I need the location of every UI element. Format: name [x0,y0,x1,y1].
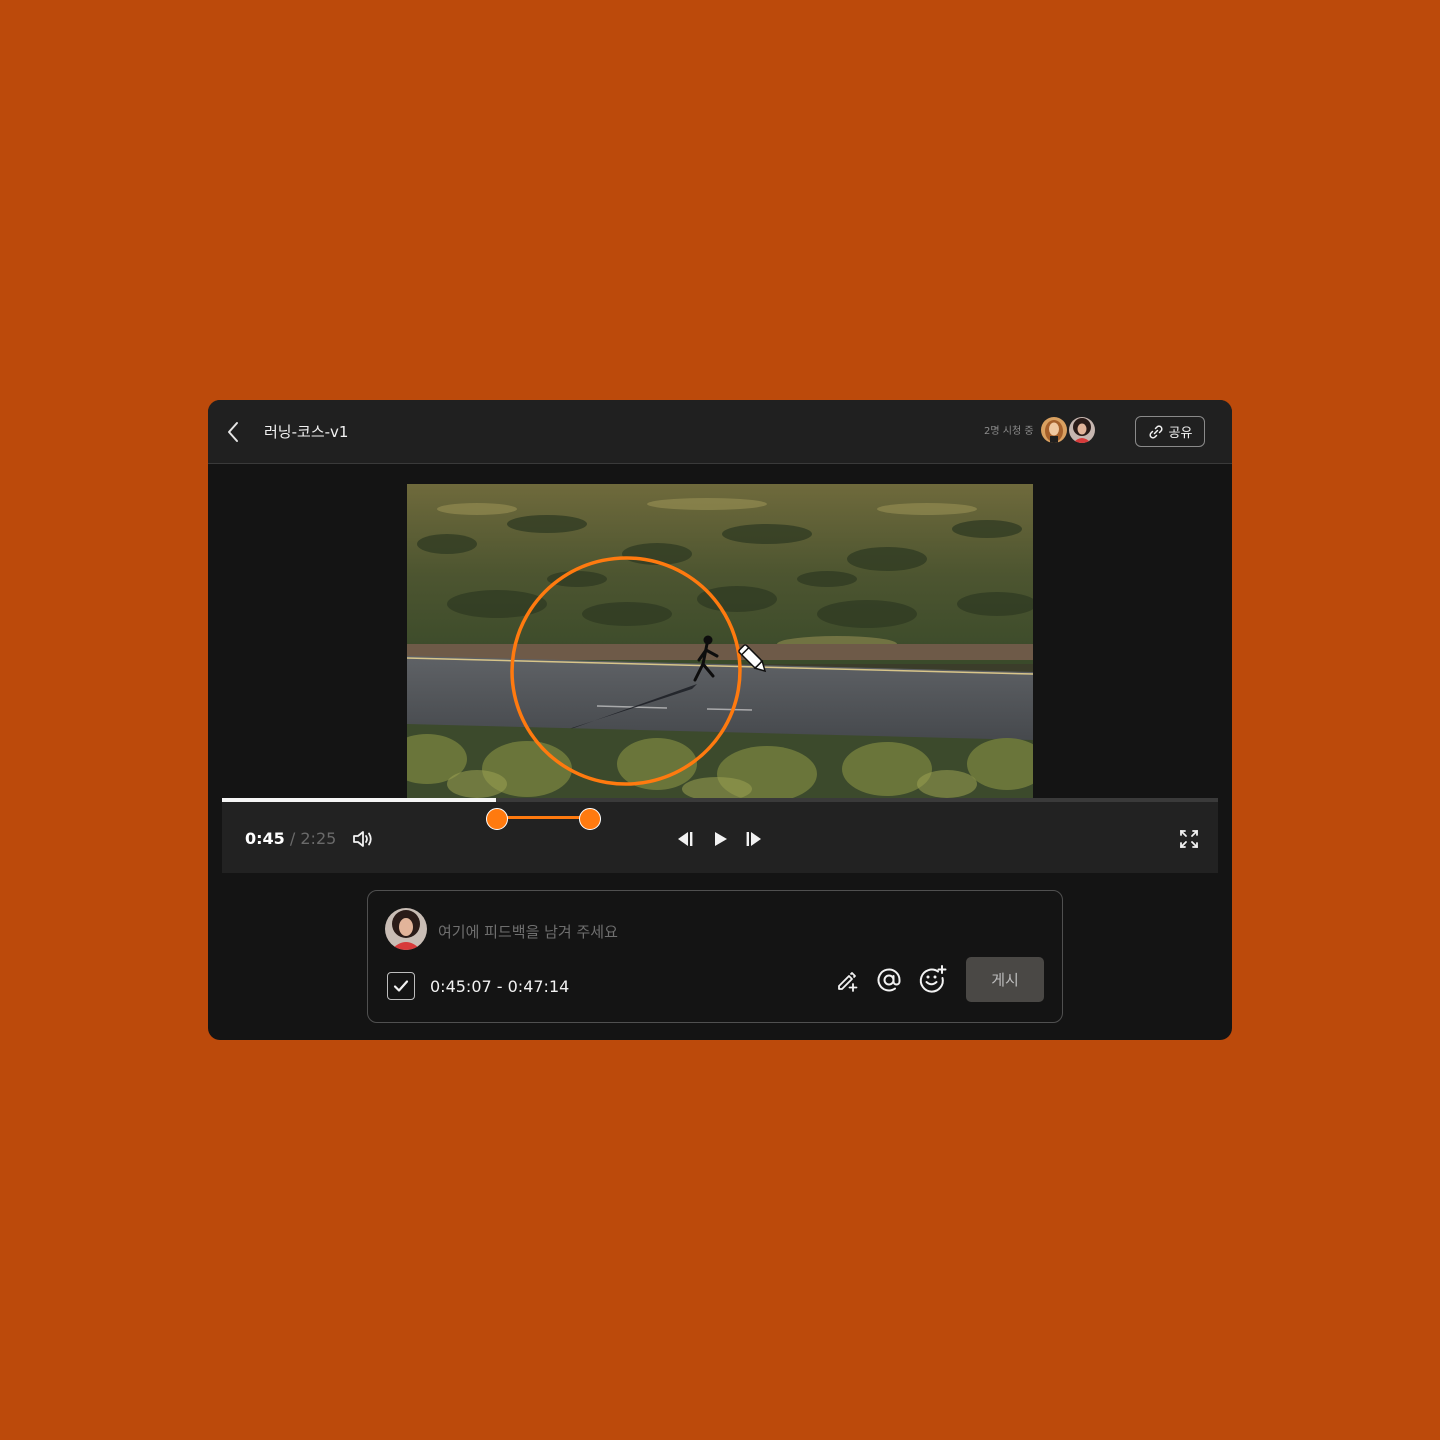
chevron-left-icon [228,422,238,442]
checkmark-icon [393,980,409,992]
play-icon [715,832,727,846]
back-button[interactable] [222,418,244,446]
fullscreen-button[interactable] [1177,827,1201,851]
comment-composer: 0:45:07 - 0:47:14 게시 [367,890,1063,1023]
video-still [407,484,1033,798]
next-frame-button[interactable] [742,827,766,851]
draw-button[interactable] [833,967,861,995]
comment-time-range: 0:45:07 - 0:47:14 [430,977,570,996]
range-selection-line [497,816,590,819]
post-button[interactable]: 게시 [966,957,1044,1002]
volume-icon [353,831,372,847]
step-back-icon [678,832,693,846]
top-bar: 러닝-코스-v1 2명 시청 중 공유 [208,400,1232,464]
previous-frame-button[interactable] [673,827,697,851]
pencil-icon[interactable] [733,639,773,679]
pencil-plus-icon [838,972,858,992]
step-forward-icon [746,832,761,846]
volume-button[interactable] [350,826,376,852]
range-start-handle[interactable] [486,808,508,830]
link-icon [1148,424,1163,439]
at-sign-icon [877,968,901,992]
viewer-avatar-2[interactable] [1067,415,1097,445]
user-avatar [385,908,427,950]
player-controls: 0:45 / 2:25 [222,802,1218,873]
play-button[interactable] [708,827,732,851]
viewers-count-label: 2명 시청 중 [984,426,1034,437]
video-review-window: 러닝-코스-v1 2명 시청 중 공유 0:45 / 2:25 여기에 피드백을… [208,400,1232,1040]
page-title: 러닝-코스-v1 [264,423,349,441]
comment-input[interactable] [436,919,940,945]
mention-button[interactable] [874,965,904,995]
emoji-add-icon [919,965,947,993]
duration: 2:25 [300,829,337,848]
current-time: 0:45 [245,829,285,848]
video-frame[interactable] [407,484,1033,798]
viewer-avatar-1[interactable] [1039,415,1069,445]
range-end-handle[interactable] [579,808,601,830]
time-display: 0:45 / 2:25 [245,829,336,849]
share-label: 공유 [1168,426,1193,441]
emoji-button[interactable] [916,963,948,995]
timestamp-checkbox[interactable] [387,972,415,1000]
share-button[interactable]: 공유 [1135,416,1205,447]
fullscreen-icon [1180,830,1198,848]
time-separator: / [289,829,296,848]
